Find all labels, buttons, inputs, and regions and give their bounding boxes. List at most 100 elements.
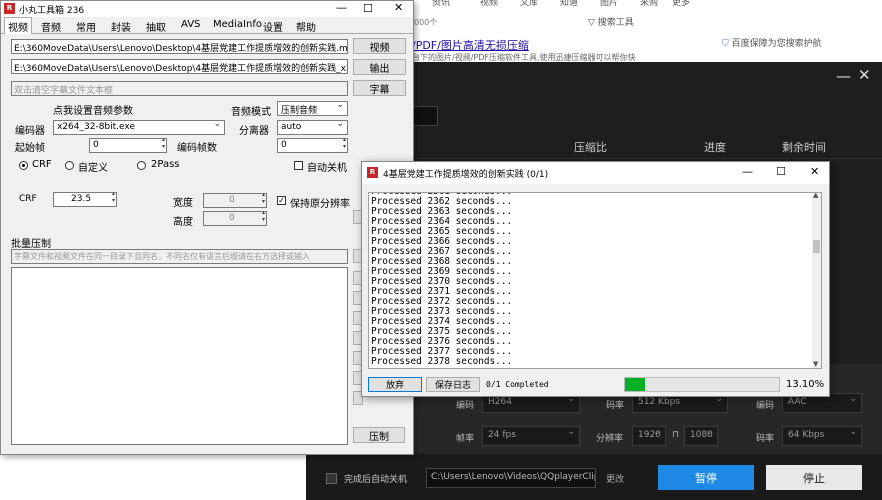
minimize-icon[interactable]: — bbox=[336, 1, 347, 14]
radio-2pass[interactable] bbox=[137, 161, 146, 170]
select-video-button[interactable]: 视频 bbox=[353, 38, 406, 54]
web-nav-item[interactable]: 采购 bbox=[640, 0, 658, 8]
web-search-tools-label: 搜索工具 bbox=[597, 18, 634, 28]
auto-shutdown-checkbox[interactable] bbox=[326, 473, 337, 484]
tab-settings[interactable]: 设置 bbox=[263, 19, 283, 34]
abort-button[interactable]: 放弃 bbox=[368, 377, 422, 392]
app-icon: R bbox=[367, 167, 378, 178]
log-lines: Processed 2361 seconds...Processed 2362 … bbox=[369, 193, 821, 367]
lock-icon[interactable]: ⊓ bbox=[672, 430, 679, 440]
audio-mode-select[interactable]: 压制音频 bbox=[277, 100, 348, 116]
close-icon[interactable]: ✕ bbox=[858, 66, 871, 84]
log-scrollbar[interactable]: ▲ ▼ bbox=[812, 193, 821, 368]
frame-count-spinner[interactable]: 0 bbox=[277, 136, 348, 153]
audio-bitrate-select[interactable]: 64 Kbps bbox=[782, 426, 862, 446]
video-encoding-value: H264 bbox=[488, 397, 512, 407]
resolution-label: 分辨率 bbox=[596, 434, 624, 444]
audio-encoding-value: AAC bbox=[788, 397, 807, 407]
tab-mediainfo[interactable]: MediaInfo bbox=[213, 19, 262, 30]
batch-hint-field[interactable]: 字幕文件和视频文件在同一目录下且同名，不同名仅有语言后缀请在右方选择或输入 bbox=[11, 249, 348, 264]
pause-button[interactable]: 暂停 bbox=[658, 465, 754, 490]
audio-settings-link[interactable]: 点我设置音频参数 bbox=[53, 102, 133, 117]
compress-button[interactable]: 压制 bbox=[353, 427, 405, 443]
batch-file-list[interactable] bbox=[11, 267, 348, 445]
progress-dialog-title: 4基层党建工作提质增效的创新实践 (0/1) bbox=[383, 170, 549, 180]
auto-shutdown-checkbox[interactable] bbox=[294, 161, 303, 170]
scroll-up-icon[interactable]: ▲ bbox=[813, 193, 818, 199]
auto-shutdown-label: 自动关机 bbox=[307, 163, 347, 174]
tab-video[interactable]: 视频 bbox=[4, 17, 32, 34]
web-nav-item[interactable]: 资讯 bbox=[432, 0, 450, 8]
minimize-icon[interactable]: — bbox=[742, 165, 753, 178]
log-output[interactable]: Processed 2361 seconds...Processed 2362 … bbox=[368, 192, 822, 369]
tab-mux[interactable]: 封装 bbox=[111, 19, 131, 34]
main-window-title: 小丸工具箱 236 bbox=[19, 6, 85, 16]
radio-custom[interactable] bbox=[65, 161, 74, 170]
start-frame-label: 起始帧 bbox=[15, 143, 45, 154]
tab-audio[interactable]: 音频 bbox=[41, 19, 61, 34]
app-icon: R bbox=[4, 3, 15, 14]
web-guard-label: 百度保障为您搜索护航 bbox=[731, 39, 822, 49]
keep-resolution-label: 保持原分辨率 bbox=[290, 199, 350, 210]
width-spinner[interactable]: 0 bbox=[203, 191, 267, 208]
close-icon[interactable]: ✕ bbox=[810, 165, 819, 178]
resolution-width-field[interactable]: 1920 bbox=[632, 426, 666, 446]
save-log-button[interactable]: 保存日志 bbox=[426, 377, 480, 392]
height-spinner[interactable]: 0 bbox=[203, 209, 267, 226]
scroll-down-icon[interactable]: ▼ bbox=[813, 360, 818, 368]
input-video-field[interactable]: E:\360MoveData\Users\Lenovo\Desktop\4基层党… bbox=[11, 39, 348, 54]
crf-spinner[interactable]: 23.5 bbox=[53, 190, 117, 207]
web-result-count: 000个 bbox=[414, 18, 438, 27]
main-tabbar: 视频 音频 常用 封装 抽取 AVS MediaInfo 设置 帮助 bbox=[1, 17, 413, 34]
output-path-field[interactable]: C:\Users\Lenovo\Videos\QQplayerClip\ bbox=[426, 468, 596, 488]
width-value: 0 bbox=[229, 195, 235, 205]
output-file-field[interactable]: E:\360MoveData\Users\Lenovo\Desktop\4基层党… bbox=[11, 59, 348, 74]
stop-button[interactable]: 停止 bbox=[766, 465, 862, 490]
web-result-title[interactable]: /PDF/图片高清无损压缩 bbox=[412, 37, 529, 53]
progress-dialog: R 4基层党建工作提质增效的创新实践 (0/1) — ☐ ✕ Processed… bbox=[361, 161, 830, 397]
encoder-label: 编码器 bbox=[15, 126, 45, 137]
main-titlebar: R 小丸工具箱 236 — ☐ ✕ bbox=[1, 1, 413, 17]
splitter-select[interactable]: auto bbox=[277, 119, 348, 135]
web-search-tools[interactable]: ▽ 搜索工具 bbox=[588, 15, 634, 28]
tab-extract[interactable]: 抽取 bbox=[146, 19, 166, 34]
audio-bitrate-value: 64 Kbps bbox=[788, 430, 825, 440]
height-value: 0 bbox=[229, 213, 235, 223]
frame-count-label: 编码帧数 bbox=[177, 143, 217, 154]
web-nav-item[interactable]: 更多 bbox=[672, 0, 690, 8]
tab-help[interactable]: 帮助 bbox=[296, 19, 316, 34]
web-nav-item[interactable]: 视频 bbox=[480, 0, 498, 8]
select-output-button[interactable]: 输出 bbox=[353, 59, 406, 75]
start-frame-value: 0 bbox=[93, 140, 99, 150]
splitter-value: auto bbox=[281, 122, 302, 132]
close-icon[interactable]: ✕ bbox=[394, 1, 403, 14]
encode-progress-bar bbox=[624, 377, 780, 392]
crf-label: CRF bbox=[19, 194, 37, 204]
change-path-button[interactable]: 更改 bbox=[600, 468, 630, 488]
column-ratio: 压缩比 bbox=[574, 141, 607, 154]
column-remaining: 剩余时间 bbox=[782, 141, 826, 154]
completion-status: 0/1 Completed bbox=[486, 380, 549, 389]
radio-crf[interactable] bbox=[19, 161, 28, 170]
resolution-height-field[interactable]: 1080 bbox=[684, 426, 718, 446]
resolution-width-value: 1920 bbox=[638, 430, 661, 440]
progress-percent: 13.10% bbox=[786, 379, 825, 390]
maximize-icon[interactable]: ☐ bbox=[363, 2, 373, 15]
audio-encoding-label: 编码 bbox=[756, 401, 775, 411]
radio-2pass-label: 2Pass bbox=[151, 159, 180, 170]
keep-resolution-checkbox[interactable]: ✓ bbox=[277, 196, 286, 205]
start-frame-spinner[interactable]: 0 bbox=[89, 136, 167, 153]
select-subtitle-button[interactable]: 字幕 bbox=[353, 80, 406, 96]
tab-avs[interactable]: AVS bbox=[181, 19, 200, 30]
minimize-icon[interactable]: — bbox=[836, 67, 851, 85]
log-scroll-thumb[interactable] bbox=[813, 240, 820, 253]
fps-select[interactable]: 24 fps bbox=[482, 426, 580, 446]
radio-custom-label: 自定义 bbox=[78, 163, 108, 174]
web-nav-item[interactable]: 图片 bbox=[600, 0, 618, 8]
web-nav-item[interactable]: 知道 bbox=[560, 0, 578, 8]
subtitle-field[interactable]: 双击清空字幕文件文本框 bbox=[11, 81, 348, 96]
web-nav-item[interactable]: 文库 bbox=[520, 0, 538, 8]
maximize-icon[interactable]: ☐ bbox=[776, 165, 786, 178]
tab-common[interactable]: 常用 bbox=[76, 19, 96, 34]
encoder-select[interactable]: x264_32-8bit.exe bbox=[53, 119, 225, 135]
